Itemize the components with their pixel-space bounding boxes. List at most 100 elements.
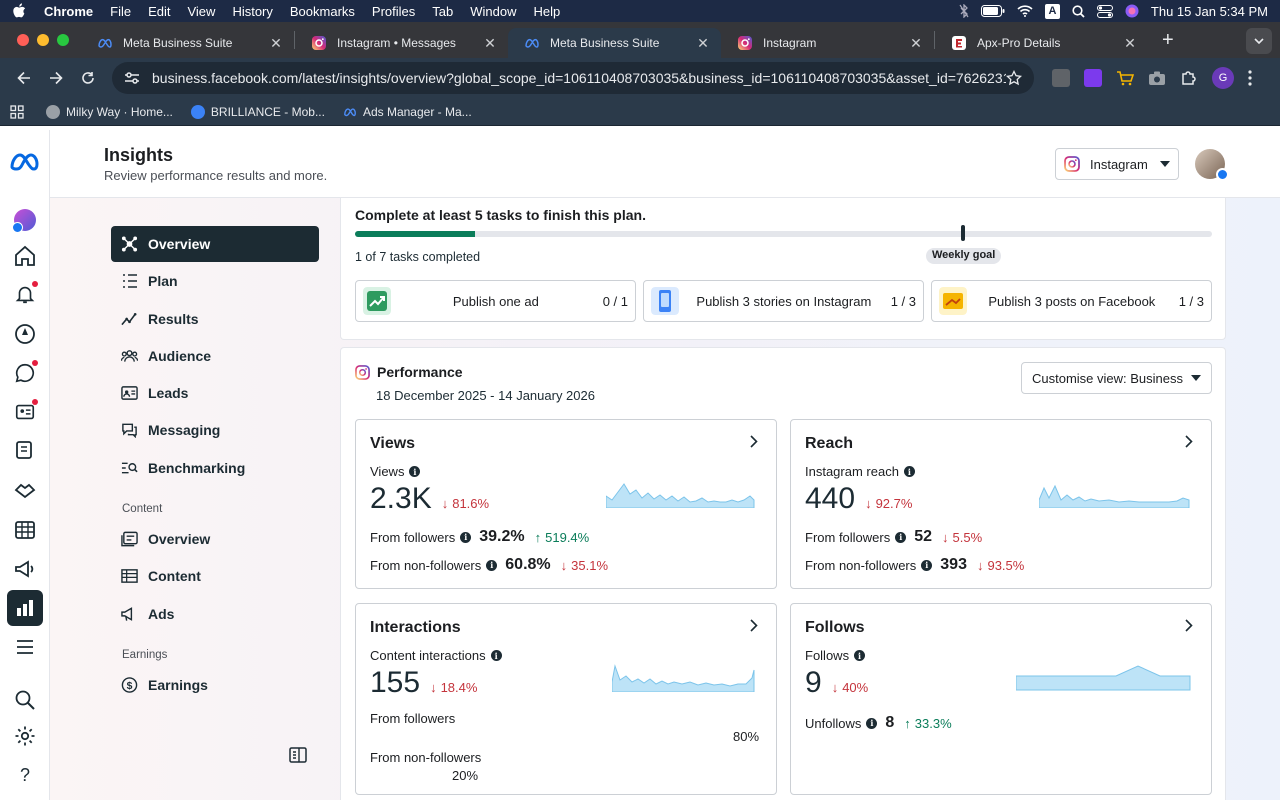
home-icon[interactable] (13, 244, 37, 268)
bluetooth-icon[interactable] (959, 4, 969, 18)
maximize-window-button[interactable] (57, 34, 69, 46)
browser-tab[interactable]: Apx-Pro Details ✕ (935, 28, 1148, 58)
collapse-sidebar-icon[interactable] (289, 746, 307, 764)
close-window-button[interactable] (17, 34, 29, 46)
content-pages-icon[interactable] (13, 439, 37, 463)
metric-card-interactions[interactable]: Interactions Content interactions i 155 ↓ 1… (355, 603, 777, 795)
insights-bar-chart-icon[interactable] (7, 590, 43, 626)
user-avatar[interactable] (1195, 149, 1229, 181)
account-selector-dropdown[interactable]: Instagram (1055, 148, 1179, 180)
nav-item-overview[interactable]: Overview (111, 226, 319, 262)
chevron-right-icon[interactable] (750, 619, 758, 632)
partnerships-handshake-icon[interactable] (13, 478, 37, 502)
input-source-icon[interactable]: A (1044, 3, 1060, 19)
close-tab-icon[interactable]: ✕ (695, 35, 711, 52)
bookmark-item[interactable]: Ads Manager - Ma... (343, 105, 472, 119)
nav-item-plan[interactable]: Plan (111, 263, 319, 299)
close-tab-icon[interactable]: ✕ (482, 35, 498, 52)
info-icon[interactable]: i (486, 559, 498, 571)
info-icon[interactable]: i (490, 650, 502, 661)
compass-icon[interactable] (13, 322, 37, 346)
menu-help[interactable]: Help (534, 4, 561, 19)
task-publish-stories[interactable]: Publish 3 stories on Instagram 1 / 3 (643, 280, 924, 322)
cart-extension-icon[interactable] (1116, 70, 1134, 86)
address-bar[interactable]: business.facebook.com/latest/insights/ov… (112, 62, 1034, 94)
info-icon[interactable]: i (895, 531, 907, 543)
wifi-icon[interactable] (1017, 5, 1033, 17)
ads-megaphone-icon[interactable] (13, 557, 37, 581)
battery-icon[interactable] (980, 5, 1005, 17)
minimize-window-button[interactable] (37, 34, 49, 46)
metric-card-follows[interactable]: Follows Follows i 9 ↓ 40% Unfollows i 8 ↑ 33.3% (790, 603, 1212, 795)
close-tab-icon[interactable]: ✕ (908, 35, 924, 52)
info-icon[interactable]: i (903, 466, 915, 477)
bookmark-item[interactable]: BRILLIANCE - Mob... (190, 104, 325, 119)
back-arrow-icon[interactable] (10, 64, 38, 92)
notifications-bell-icon[interactable] (13, 281, 38, 306)
task-publish-posts[interactable]: Publish 3 posts on Facebook 1 / 3 (931, 280, 1212, 322)
menu-bookmarks[interactable]: Bookmarks (290, 4, 355, 19)
all-tools-menu-icon[interactable] (13, 635, 37, 659)
nav-item-content-overview[interactable]: Overview (111, 521, 319, 557)
tab-search-chevron-icon[interactable] (1246, 28, 1272, 54)
chrome-menu-icon[interactable] (1248, 70, 1252, 86)
task-publish-ad[interactable]: Publish one ad 0 / 1 (355, 280, 636, 322)
chevron-right-icon[interactable] (750, 435, 758, 448)
close-tab-icon[interactable]: ✕ (268, 35, 284, 52)
metric-card-views[interactable]: Views Views i 2.3K ↓ 81.6% From followers i 3… (355, 419, 777, 589)
info-icon[interactable]: i (460, 531, 472, 543)
meta-logo-icon[interactable] (9, 150, 41, 174)
nav-item-messaging[interactable]: Messaging (111, 412, 319, 448)
browser-tab-active[interactable]: Meta Business Suite ✕ (508, 28, 721, 58)
search-icon[interactable] (13, 688, 37, 712)
extensions-puzzle-icon[interactable] (1180, 69, 1198, 87)
spotlight-search-icon[interactable] (1072, 4, 1085, 18)
info-icon[interactable]: i (921, 559, 933, 571)
nav-item-earnings[interactable]: $ Earnings (111, 667, 319, 703)
info-icon[interactable]: i (866, 717, 878, 729)
bookmark-item[interactable]: Milky Way · Home... (46, 104, 173, 119)
browser-tab[interactable]: Instagram • Messages ✕ (295, 28, 508, 58)
account-switcher-icon[interactable] (12, 208, 37, 233)
leads-card-icon[interactable] (13, 399, 38, 424)
inbox-chat-icon[interactable] (13, 360, 38, 385)
nav-item-ads[interactable]: Ads (111, 596, 319, 632)
profile-avatar-icon[interactable]: G (1212, 67, 1234, 89)
chevron-right-icon[interactable] (1185, 435, 1193, 448)
nav-item-benchmarking[interactable]: Benchmarking (111, 450, 319, 486)
help-question-icon[interactable]: ? (13, 763, 37, 787)
info-icon[interactable]: i (854, 650, 866, 661)
nav-item-content[interactable]: Content (111, 558, 319, 594)
reload-icon[interactable] (74, 64, 102, 92)
apple-icon[interactable] (12, 3, 26, 19)
nav-item-audience[interactable]: Audience (111, 338, 319, 374)
control-center-icon[interactable] (1096, 4, 1113, 18)
menu-tab[interactable]: Tab (432, 4, 453, 19)
nav-item-leads[interactable]: Leads (111, 375, 319, 411)
planner-grid-icon[interactable] (13, 518, 37, 542)
nav-item-results[interactable]: Results (111, 301, 319, 337)
new-tab-plus-icon[interactable]: + (1162, 29, 1174, 52)
menubar-clock[interactable]: Thu 15 Jan 5:34 PM (1151, 4, 1268, 19)
customise-view-dropdown[interactable]: Customise view: Business (1021, 362, 1212, 394)
metric-card-reach[interactable]: Reach Instagram reach i 440 ↓ 92.7% From fo… (790, 419, 1212, 589)
menu-file[interactable]: File (110, 4, 131, 19)
forward-arrow-icon[interactable] (42, 64, 70, 92)
menu-edit[interactable]: Edit (148, 4, 170, 19)
menu-profiles[interactable]: Profiles (372, 4, 415, 19)
camera-extension-icon[interactable] (1148, 70, 1166, 86)
settings-gear-icon[interactable] (13, 724, 37, 748)
apps-grid-icon[interactable] (10, 104, 24, 119)
browser-tab[interactable]: Meta Business Suite ✕ (81, 28, 294, 58)
site-settings-icon[interactable] (124, 71, 140, 85)
close-tab-icon[interactable]: ✕ (1122, 35, 1138, 52)
url-text[interactable]: business.facebook.com/latest/insights/ov… (152, 70, 1006, 86)
siri-icon[interactable] (1125, 4, 1139, 18)
download-extension-icon[interactable] (1084, 69, 1102, 87)
browser-tab[interactable]: Instagram ✕ (721, 28, 934, 58)
bookmark-star-icon[interactable] (1006, 70, 1022, 86)
menu-history[interactable]: History (232, 4, 272, 19)
devtools-extension-icon[interactable] (1052, 69, 1070, 87)
menu-view[interactable]: View (187, 4, 215, 19)
info-icon[interactable]: i (409, 466, 421, 477)
